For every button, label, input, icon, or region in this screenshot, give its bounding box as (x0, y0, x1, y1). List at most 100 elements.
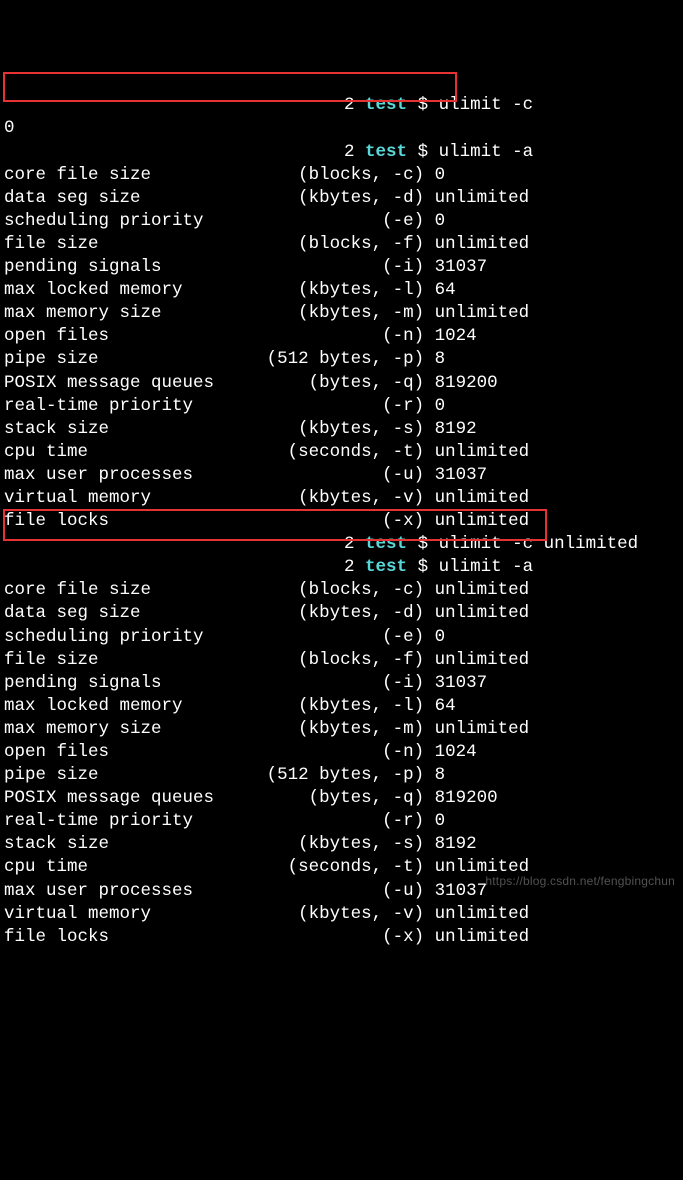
prompt-num: 2 (344, 557, 355, 577)
limit-value: unlimited (435, 650, 530, 670)
limit-unit: (-n) (225, 326, 425, 346)
limit-unit: (blocks, -c) (225, 580, 425, 600)
limit-unit: (512 bytes, -p) (225, 349, 425, 369)
limit-label: max user processes (4, 465, 214, 485)
limit-value: 0 (435, 627, 446, 647)
ulimit-row: max user processes (-u) 31037 (4, 464, 683, 487)
limit-label: open files (4, 742, 214, 762)
limit-label: file size (4, 234, 214, 254)
limit-value: 8 (435, 765, 446, 785)
limit-unit: (kbytes, -s) (225, 834, 425, 854)
ulimit-row: real-time priority (-r) 0 (4, 810, 683, 833)
limit-unit: (seconds, -t) (225, 857, 425, 877)
limit-label: virtual memory (4, 904, 214, 924)
limit-label: POSIX message queues (4, 788, 214, 808)
limit-value: unlimited (435, 188, 530, 208)
limit-value: 1024 (435, 742, 477, 762)
limit-label: core file size (4, 580, 214, 600)
limit-label: file locks (4, 927, 214, 947)
ulimit-row: max memory size (kbytes, -m) unlimited (4, 718, 683, 741)
ulimit-row: scheduling priority (-e) 0 (4, 626, 683, 649)
limit-value: 31037 (435, 673, 488, 693)
limit-value: unlimited (435, 303, 530, 323)
limit-unit: (blocks, -c) (225, 165, 425, 185)
limit-label: scheduling priority (4, 211, 214, 231)
limit-value: unlimited (435, 580, 530, 600)
limit-label: core file size (4, 165, 214, 185)
ulimit-row: virtual memory (kbytes, -v) unlimited (4, 487, 683, 510)
prompt-num: 2 (344, 142, 355, 162)
prompt-line[interactable]: 2 test $ ulimit -c (4, 94, 683, 117)
command-text: ulimit -c unlimited (439, 534, 639, 554)
limit-value: 31037 (435, 257, 488, 277)
limit-value: 31037 (435, 465, 488, 485)
ulimit-row: cpu time (seconds, -t) unlimited (4, 441, 683, 464)
limit-unit: (blocks, -f) (225, 650, 425, 670)
limit-unit: (-x) (225, 927, 425, 947)
ulimit-row: file size (blocks, -f) unlimited (4, 233, 683, 256)
limit-label: stack size (4, 834, 214, 854)
limit-unit: (kbytes, -v) (225, 904, 425, 924)
limit-label: scheduling priority (4, 627, 214, 647)
prompt-num: 2 (344, 534, 355, 554)
limit-unit: (-i) (225, 257, 425, 277)
limit-value: unlimited (435, 488, 530, 508)
limit-label: open files (4, 326, 214, 346)
limit-unit: (-e) (225, 211, 425, 231)
limit-label: real-time priority (4, 396, 214, 416)
limit-unit: (seconds, -t) (225, 442, 425, 462)
limit-label: max memory size (4, 303, 214, 323)
command-text: ulimit -a (439, 142, 534, 162)
ulimit-row: scheduling priority (-e) 0 (4, 210, 683, 233)
limit-unit: (kbytes, -m) (225, 719, 425, 739)
ulimit-row: data seg size (kbytes, -d) unlimited (4, 187, 683, 210)
prompt-line[interactable]: 2 test $ ulimit -a (4, 141, 683, 164)
limit-label: virtual memory (4, 488, 214, 508)
limit-value: unlimited (435, 603, 530, 623)
prompt-sep: $ (418, 95, 429, 115)
command-text: ulimit -c (439, 95, 534, 115)
command-text: ulimit -a (439, 557, 534, 577)
limit-value: unlimited (435, 234, 530, 254)
limit-value: 8192 (435, 834, 477, 854)
prompt-dir: test (365, 534, 407, 554)
limit-value: unlimited (435, 904, 530, 924)
limit-unit: (kbytes, -d) (225, 603, 425, 623)
limit-value: 1024 (435, 326, 477, 346)
ulimit-row: pipe size (512 bytes, -p) 8 (4, 348, 683, 371)
limit-label: cpu time (4, 857, 214, 877)
limit-label: pending signals (4, 673, 214, 693)
ulimit-row: core file size (blocks, -c) unlimited (4, 579, 683, 602)
limit-value: 8192 (435, 419, 477, 439)
limit-value: 8 (435, 349, 446, 369)
prompt-dir: test (365, 142, 407, 162)
limit-unit: (bytes, -q) (225, 788, 425, 808)
limit-label: max memory size (4, 719, 214, 739)
limit-label: pipe size (4, 765, 214, 785)
limit-value: unlimited (435, 442, 530, 462)
limit-value: 0 (435, 396, 446, 416)
limit-unit: (-r) (225, 396, 425, 416)
ulimit-row: pending signals (-i) 31037 (4, 256, 683, 279)
prompt-sep: $ (418, 557, 429, 577)
limit-unit: (kbytes, -d) (225, 188, 425, 208)
ulimit-row: real-time priority (-r) 0 (4, 395, 683, 418)
limit-label: max locked memory (4, 696, 214, 716)
limit-value: 819200 (435, 373, 498, 393)
limit-value: unlimited (435, 927, 530, 947)
limit-unit: (-n) (225, 742, 425, 762)
prompt-line[interactable]: 2 test $ ulimit -a (4, 556, 683, 579)
ulimit-row: file locks (-x) unlimited (4, 926, 683, 949)
limit-label: real-time priority (4, 811, 214, 831)
ulimit-row: core file size (blocks, -c) 0 (4, 164, 683, 187)
limit-value: 64 (435, 280, 456, 300)
ulimit-row: file size (blocks, -f) unlimited (4, 649, 683, 672)
ulimit-row: stack size (kbytes, -s) 8192 (4, 833, 683, 856)
watermark-text: https://blog.csdn.net/fengbingchun (485, 874, 675, 890)
ulimit-row: file locks (-x) unlimited (4, 510, 683, 533)
ulimit-row: max locked memory (kbytes, -l) 64 (4, 279, 683, 302)
prompt-sep: $ (418, 142, 429, 162)
prompt-line[interactable]: 2 test $ ulimit -c unlimited (4, 533, 683, 556)
limit-value: unlimited (435, 719, 530, 739)
ulimit-row: virtual memory (kbytes, -v) unlimited (4, 903, 683, 926)
